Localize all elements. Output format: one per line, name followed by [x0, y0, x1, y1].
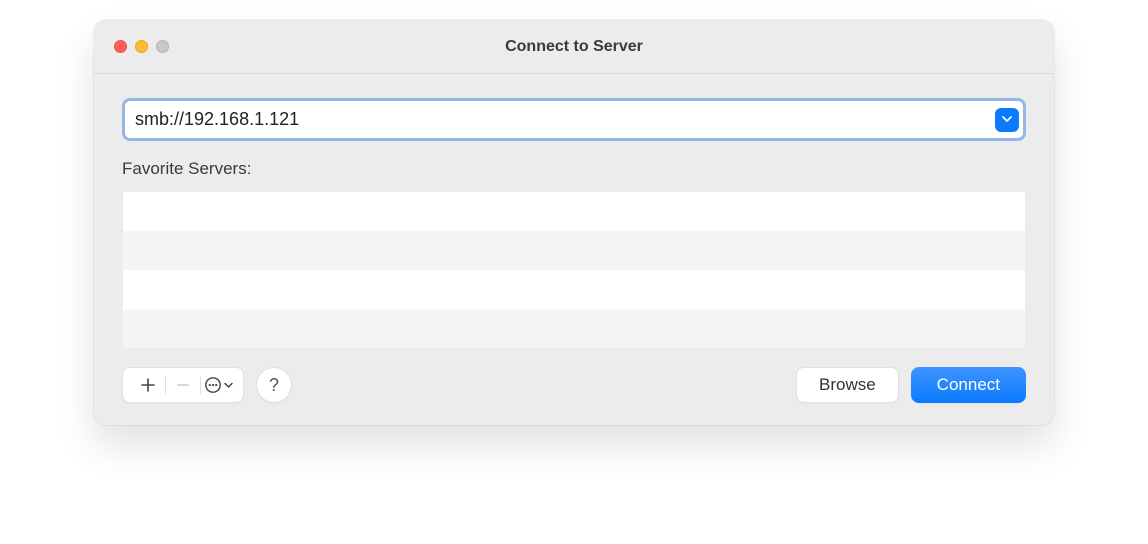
chevron-down-icon	[224, 382, 233, 389]
favorites-toolbar	[122, 367, 244, 403]
help-icon: ?	[269, 375, 279, 396]
connect-button[interactable]: Connect	[911, 367, 1026, 403]
chevron-down-icon	[1002, 116, 1012, 123]
divider	[165, 376, 166, 394]
favorites-list[interactable]	[122, 191, 1026, 349]
divider	[200, 376, 201, 394]
help-button[interactable]: ?	[256, 367, 292, 403]
list-item	[123, 309, 1025, 348]
plus-icon	[141, 378, 155, 392]
favorites-label: Favorite Servers:	[122, 159, 1026, 179]
content-area: Favorite Servers:	[94, 74, 1054, 425]
list-item	[123, 270, 1025, 309]
server-address-combo	[122, 98, 1026, 141]
bottom-toolbar: ? Browse Connect	[122, 367, 1026, 403]
minimize-window-button[interactable]	[135, 40, 148, 53]
maximize-window-button	[156, 40, 169, 53]
server-address-dropdown-button[interactable]	[995, 108, 1019, 132]
server-address-input[interactable]	[127, 103, 995, 136]
titlebar: Connect to Server	[94, 20, 1054, 74]
connect-button-label: Connect	[937, 375, 1000, 395]
browse-button[interactable]: Browse	[796, 367, 899, 403]
window-title: Connect to Server	[114, 38, 1034, 56]
traffic-lights	[114, 40, 169, 53]
list-item	[123, 231, 1025, 270]
add-favorite-button[interactable]	[133, 368, 163, 402]
minus-icon	[176, 378, 190, 392]
remove-favorite-button	[168, 368, 198, 402]
ellipsis-circle-icon	[204, 376, 222, 394]
list-item	[123, 192, 1025, 231]
browse-button-label: Browse	[819, 375, 876, 395]
connect-to-server-window: Connect to Server Favorite Servers:	[94, 20, 1054, 425]
close-window-button[interactable]	[114, 40, 127, 53]
favorites-action-menu-button[interactable]	[203, 368, 233, 402]
